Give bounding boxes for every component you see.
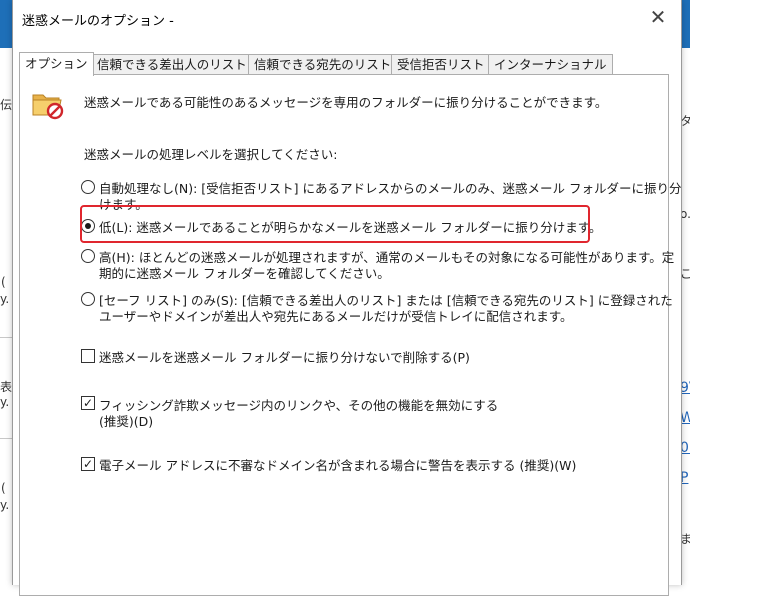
- checkbox-label: 電子メール アドレスに不審なドメイン名が含まれる場合に警告を表示する (推奨)(…: [99, 458, 577, 473]
- tab-blocked-senders[interactable]: 受信拒否リスト: [391, 54, 491, 75]
- background-text: y.: [0, 292, 10, 306]
- checkbox-warn-suspicious-domains[interactable]: ✓: [81, 457, 95, 471]
- level-prompt: 迷惑メールの処理レベルを選択してください:: [84, 147, 338, 162]
- radio-label: 期的に迷惑メール フォルダーを確認してください。: [99, 266, 390, 281]
- background-text: (: [1, 275, 6, 289]
- checkbox-label: フィッシング詐欺メッセージ内のリンクや、その他の機能を無効にする: [99, 398, 499, 413]
- checkbox-permanently-delete[interactable]: [81, 349, 95, 363]
- dialog-description: 迷惑メールである可能性のあるメッセージを専用のフォルダーに振り分けることができま…: [84, 95, 608, 110]
- background-text: y.: [0, 395, 10, 409]
- checkbox-label: 迷惑メールを迷惑メール フォルダーに振り分けないで削除する(P): [99, 350, 470, 365]
- dialog-title: 迷惑メールのオプション -: [22, 14, 174, 29]
- junk-mail-options-dialog: 迷惑メールのオプション - ✕ オプション 信頼できる差出人のリスト 信頼できる…: [12, 0, 682, 596]
- checkbox-disable-phishing-links[interactable]: ✓: [81, 396, 95, 410]
- close-button[interactable]: ✕: [645, 4, 671, 30]
- background-divider: [0, 438, 12, 439]
- tab-options[interactable]: オプション: [19, 52, 94, 76]
- background-divider: [0, 337, 12, 338]
- background-text: y.: [0, 498, 10, 512]
- tab-safe-senders[interactable]: 信頼できる差出人のリスト: [91, 54, 253, 75]
- checkbox-label: (推奨)(D): [99, 414, 154, 429]
- radio-safe-lists-only[interactable]: [81, 292, 95, 306]
- radio-no-automatic-filtering[interactable]: [81, 180, 95, 194]
- radio-high[interactable]: [81, 249, 95, 263]
- background-text: (: [1, 481, 6, 495]
- close-icon: ✕: [649, 5, 667, 29]
- tab-international[interactable]: インターナショナル: [488, 54, 613, 75]
- radio-label: ユーザーやドメインが差出人や宛先にあるメールだけが受信トレイに配信されます。: [99, 309, 573, 324]
- background-text: 表: [0, 380, 12, 394]
- tab-safe-recipients[interactable]: 信頼できる宛先のリスト: [248, 54, 398, 75]
- junk-folder-icon: [32, 94, 64, 120]
- red-highlight-annotation: [80, 205, 590, 243]
- background-text: 伝: [0, 98, 12, 112]
- radio-label: 自動処理なし(N): [受信拒否リスト] にあるアドレスからのメールのみ、迷惑メ…: [99, 181, 682, 196]
